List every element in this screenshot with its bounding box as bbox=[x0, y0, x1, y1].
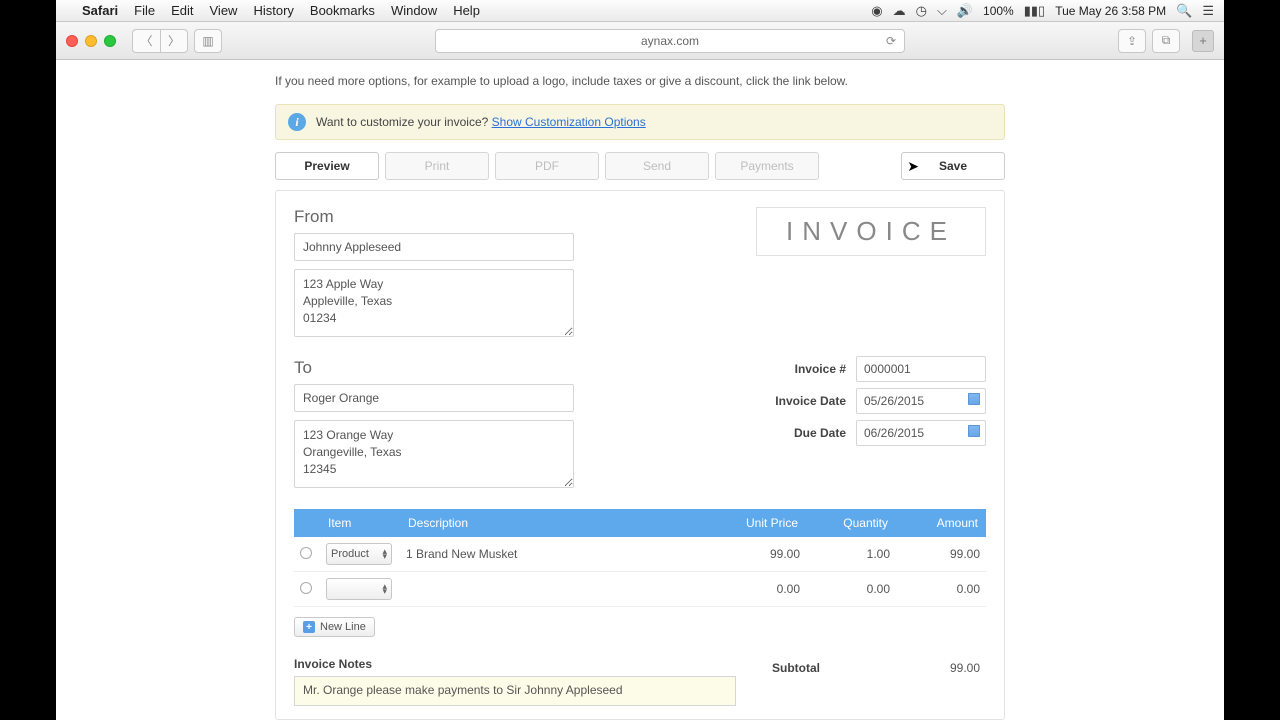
new-tab-button[interactable]: + bbox=[1192, 30, 1214, 52]
send-button[interactable]: Send bbox=[605, 152, 709, 180]
new-line-button[interactable]: + New Line bbox=[294, 617, 375, 637]
due-date-input[interactable] bbox=[856, 420, 986, 446]
menu-view[interactable]: View bbox=[210, 3, 238, 18]
macos-menubar: Safari File Edit View History Bookmarks … bbox=[56, 0, 1224, 22]
to-address-input[interactable] bbox=[294, 420, 574, 488]
status-clock-icon[interactable]: ◷ bbox=[916, 3, 927, 19]
invoice-date-input[interactable] bbox=[856, 388, 986, 414]
row-select-radio[interactable] bbox=[300, 547, 312, 559]
status-sync-icon[interactable]: ☁ bbox=[893, 3, 906, 19]
col-item: Item bbox=[320, 509, 400, 537]
item-amount: 0.00 bbox=[896, 572, 986, 607]
page-content: If you need more options, for example to… bbox=[56, 60, 1224, 720]
item-type-select[interactable]: ▴▾ bbox=[326, 578, 392, 600]
show-customization-link[interactable]: Show Customization Options bbox=[492, 115, 646, 129]
sidebar-button[interactable]: ▥ bbox=[194, 29, 222, 53]
close-window-button[interactable] bbox=[66, 35, 78, 47]
status-battery-pct: 100% bbox=[983, 4, 1014, 18]
invoice-toolbar: Preview Print PDF Send Payments Save ➤ bbox=[275, 152, 1005, 180]
info-icon: i bbox=[288, 113, 306, 131]
invoice-number-label: Invoice # bbox=[795, 362, 846, 376]
status-wifi-icon[interactable]: ⌵ bbox=[937, 3, 947, 19]
menu-file[interactable]: File bbox=[134, 3, 155, 18]
zoom-window-button[interactable] bbox=[104, 35, 116, 47]
minimize-window-button[interactable] bbox=[85, 35, 97, 47]
status-record-icon[interactable]: ◉ bbox=[871, 3, 882, 19]
calendar-icon[interactable] bbox=[968, 393, 980, 405]
back-button[interactable]: 〈 bbox=[132, 29, 160, 53]
print-button[interactable]: Print bbox=[385, 152, 489, 180]
address-url: aynax.com bbox=[641, 34, 699, 48]
table-row: Product▴▾ 1 Brand New Musket 99.00 1.00 … bbox=[294, 537, 986, 572]
from-label: From bbox=[294, 207, 574, 227]
tabs-button[interactable]: ⧉ bbox=[1152, 29, 1180, 53]
item-quantity[interactable]: 1.00 bbox=[806, 537, 896, 572]
item-unit-price[interactable]: 0.00 bbox=[716, 572, 806, 607]
status-volume-icon[interactable]: 🔊 bbox=[957, 3, 973, 19]
address-bar[interactable]: aynax.com ⟳ bbox=[435, 29, 905, 53]
menu-edit[interactable]: Edit bbox=[171, 3, 193, 18]
banner-text: Want to customize your invoice? bbox=[316, 115, 488, 129]
notes-label: Invoice Notes bbox=[294, 657, 736, 671]
col-amount: Amount bbox=[896, 509, 986, 537]
row-select-radio[interactable] bbox=[300, 582, 312, 594]
reload-icon[interactable]: ⟳ bbox=[886, 34, 896, 48]
col-quantity: Quantity bbox=[806, 509, 896, 537]
from-address-input[interactable] bbox=[294, 269, 574, 337]
item-unit-price[interactable]: 99.00 bbox=[716, 537, 806, 572]
item-type-select[interactable]: Product▴▾ bbox=[326, 543, 392, 565]
invoice-title: INVOICE bbox=[756, 207, 986, 256]
payments-button[interactable]: Payments bbox=[715, 152, 819, 180]
to-name-input[interactable] bbox=[294, 384, 574, 412]
status-datetime[interactable]: Tue May 26 3:58 PM bbox=[1055, 4, 1166, 18]
notes-textarea[interactable] bbox=[294, 676, 736, 706]
invoice-date-label: Invoice Date bbox=[775, 394, 846, 408]
subtotal-value: 99.00 bbox=[950, 661, 980, 675]
spotlight-icon[interactable]: 🔍 bbox=[1176, 3, 1192, 19]
status-battery-icon: ▮▮▯ bbox=[1024, 3, 1045, 19]
safari-toolbar: 〈 〉 ▥ aynax.com ⟳ ⇪ ⧉ + bbox=[56, 22, 1224, 60]
forward-button[interactable]: 〉 bbox=[160, 29, 188, 53]
app-name[interactable]: Safari bbox=[82, 3, 118, 18]
save-button[interactable]: Save bbox=[901, 152, 1005, 180]
invoice-card: From To INVOICE bbox=[275, 190, 1005, 720]
window-controls bbox=[66, 35, 116, 47]
from-name-input[interactable] bbox=[294, 233, 574, 261]
item-description[interactable]: 1 Brand New Musket bbox=[406, 547, 517, 561]
pdf-button[interactable]: PDF bbox=[495, 152, 599, 180]
due-date-label: Due Date bbox=[794, 426, 846, 440]
plus-icon: + bbox=[303, 621, 315, 633]
menu-window[interactable]: Window bbox=[391, 3, 437, 18]
col-unit-price: Unit Price bbox=[716, 509, 806, 537]
calendar-icon[interactable] bbox=[968, 425, 980, 437]
col-description: Description bbox=[400, 509, 716, 537]
invoice-number-input[interactable] bbox=[856, 356, 986, 382]
table-row: ▴▾ 0.00 0.00 0.00 bbox=[294, 572, 986, 607]
share-button[interactable]: ⇪ bbox=[1118, 29, 1146, 53]
item-quantity[interactable]: 0.00 bbox=[806, 572, 896, 607]
line-items-table: Item Description Unit Price Quantity Amo… bbox=[294, 509, 986, 607]
subtotal-label: Subtotal bbox=[772, 661, 820, 675]
to-label: To bbox=[294, 358, 574, 378]
menu-history[interactable]: History bbox=[253, 3, 293, 18]
preview-button[interactable]: Preview bbox=[275, 152, 379, 180]
item-amount: 99.00 bbox=[896, 537, 986, 572]
options-hint-text: If you need more options, for example to… bbox=[275, 74, 1005, 88]
customization-banner: i Want to customize your invoice? Show C… bbox=[275, 104, 1005, 140]
menu-help[interactable]: Help bbox=[453, 3, 480, 18]
menu-bookmarks[interactable]: Bookmarks bbox=[310, 3, 375, 18]
notification-center-icon[interactable]: ☰ bbox=[1202, 3, 1214, 19]
